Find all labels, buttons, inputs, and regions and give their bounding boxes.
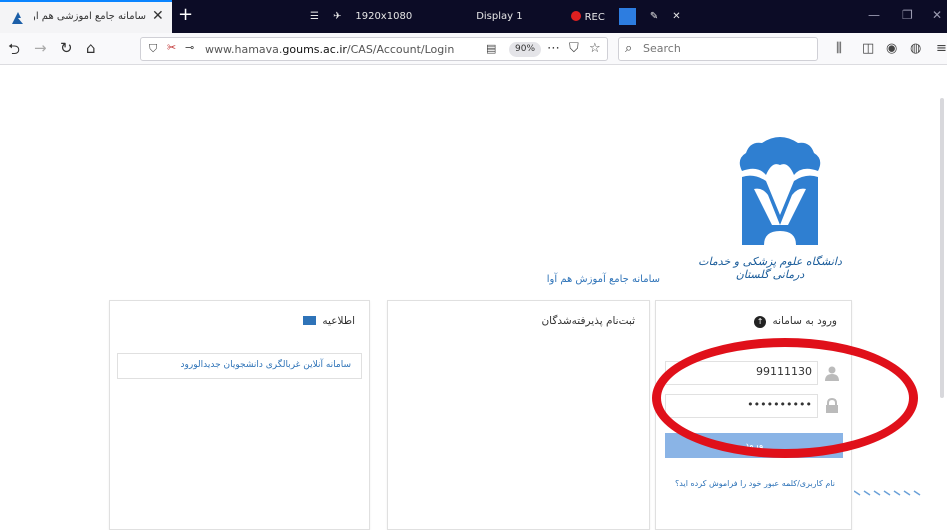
bookmark-star-icon[interactable]: ☆	[589, 41, 601, 56]
window-close-icon[interactable]: ✕	[932, 8, 942, 22]
close-tab-icon[interactable]: ✕	[152, 8, 164, 24]
url-bar[interactable]: ⛉ ✂ ⊸ www.hamava.goums.ac.ir/CAS/Account…	[140, 37, 608, 61]
reader-view-icon[interactable]: ▤	[486, 42, 496, 55]
registration-panel-header: ثبت‌نام پذیرفته‌شدگان	[541, 315, 635, 327]
registration-panel: ثبت‌نام پذیرفته‌شدگان	[387, 300, 650, 530]
navigation-bar: ⮌ → ↻ ⌂ ⛉ ✂ ⊸ www.hamava.goums.ac.ir/CAS…	[0, 33, 947, 65]
university-name: دانشگاه علوم پزشکی و خدمات درمانی گلستان	[698, 255, 842, 281]
pocket-icon[interactable]: ⛉	[569, 41, 579, 56]
url-text: www.hamava.goums.ac.ir/CAS/Account/Login	[205, 43, 455, 56]
account-icon[interactable]: ◉	[886, 41, 897, 56]
recorder-resolution: 1920x1080	[355, 11, 413, 22]
insecure-lock-icon[interactable]: ✂	[167, 41, 176, 54]
news-panel-header: اطلاعیه	[303, 315, 355, 327]
home-icon[interactable]: ⌂	[86, 39, 96, 57]
new-tab-icon[interactable]: +	[178, 4, 193, 25]
menu-icon[interactable]: ≡	[936, 41, 947, 56]
news-panel: اطلاعیه سامانه آنلاین غربالگری دانشجویان…	[109, 300, 370, 530]
login-panel-header: ورود به سامانه ↑	[754, 315, 837, 328]
menu-icon[interactable]: ☰	[310, 11, 319, 22]
info-circle-icon: ↑	[754, 316, 767, 328]
tab-title: سامانه جامع آموزشی هم آوا	[34, 11, 146, 22]
rec-indicator[interactable]: REC	[570, 10, 605, 23]
library-icon[interactable]: ⫼	[836, 41, 842, 56]
forgot-password-link[interactable]: نام کاربری/کلمه عبور خود را فراموش کرده …	[670, 479, 840, 488]
record-dot-icon	[570, 10, 581, 21]
screen-recorder-toolbar: ☰ ✈ 1920x1080 Display 1 REC ✎ ✕	[310, 8, 681, 25]
site-favicon-icon	[12, 12, 23, 24]
tab-strip: سامانه جامع آموزشی هم آوا ✕ + ☰ ✈ 1920x1…	[0, 0, 947, 33]
restore-icon[interactable]: ❐	[902, 8, 913, 22]
forward-icon[interactable]: →	[34, 39, 47, 57]
pen-icon[interactable]: ✎	[650, 11, 658, 22]
pin-icon[interactable]: ✈	[333, 11, 341, 22]
search-box[interactable]: ⌕	[618, 37, 818, 61]
recorder-display[interactable]: Display 1	[476, 11, 522, 22]
close-recorder-icon[interactable]: ✕	[672, 11, 680, 22]
system-title: سامانه جامع آموزش هم آوا	[546, 274, 660, 285]
page-actions-icon[interactable]: ⋯	[547, 41, 560, 56]
search-icon: ⌕	[625, 41, 633, 56]
university-logo	[739, 137, 821, 245]
key-icon[interactable]: ⊸	[185, 41, 194, 54]
stop-icon[interactable]	[618, 8, 636, 25]
page-scrollbar[interactable]	[937, 98, 947, 518]
browser-tab[interactable]: سامانه جامع آموزشی هم آوا ✕	[0, 0, 172, 33]
shield-icon[interactable]: ⛉	[149, 42, 157, 56]
minimize-icon[interactable]: —	[868, 8, 880, 22]
search-input[interactable]	[643, 42, 813, 55]
sidebar-icon[interactable]: ◫	[862, 41, 874, 56]
zoom-level[interactable]: 90%	[509, 42, 542, 57]
back-icon[interactable]: ⮌	[8, 39, 20, 64]
news-item-link[interactable]: سامانه آنلاین غربالگری دانشجویان جدیدالو…	[117, 353, 362, 379]
globe-icon[interactable]: ◍	[910, 41, 921, 56]
red-annotation-oval	[652, 338, 918, 458]
decoration-dashes	[854, 490, 921, 496]
news-icon	[303, 316, 317, 325]
reload-icon[interactable]: ↻	[60, 39, 73, 57]
